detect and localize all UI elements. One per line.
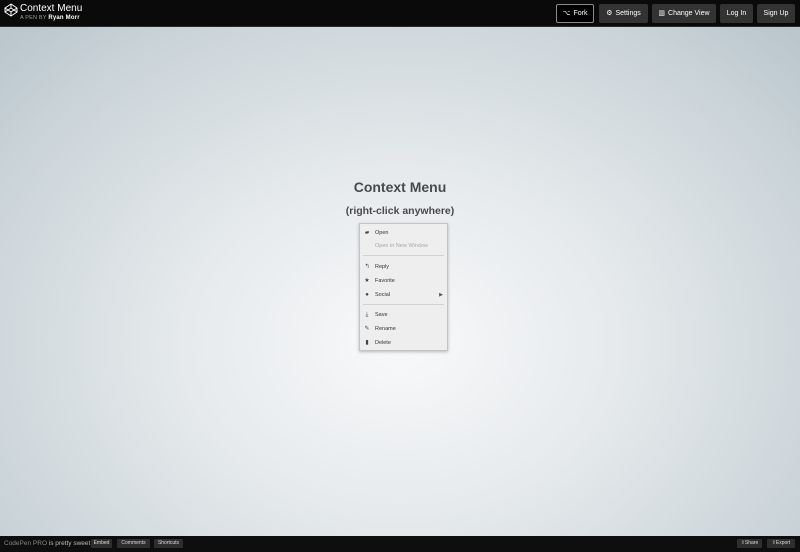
settings-button-label: Settings xyxy=(615,10,641,17)
codepen-header: Context Menu A PEN BY Ryan Morr ⌥ Fork ⚙ S… xyxy=(0,0,800,27)
menu-item-label: Delete xyxy=(375,340,391,346)
comments-button[interactable]: Comments xyxy=(117,539,150,548)
login-button[interactable]: Log In xyxy=(720,4,753,23)
preview-stage[interactable]: Context Menu (right-click anywhere) ▰ Op… xyxy=(0,27,800,536)
download-icon: ⤓ xyxy=(365,312,369,318)
menu-item-label: Social xyxy=(375,292,390,298)
pen-author: A PEN BY Ryan Morr xyxy=(20,15,80,22)
menu-item-rename[interactable]: ✎ Rename xyxy=(360,323,447,335)
menu-item-label: Favorite xyxy=(375,278,395,284)
menu-item-label: Open xyxy=(375,230,389,236)
menu-item-label: Save xyxy=(375,312,388,318)
menu-separator xyxy=(363,255,444,256)
page-subheading: (right-click anywhere) xyxy=(345,205,455,217)
signup-button[interactable]: Sign Up xyxy=(757,4,795,23)
menu-item-label: Reply xyxy=(375,264,390,270)
settings-button[interactable]: ⚙ Settings xyxy=(599,4,648,23)
menu-item-label: Rename xyxy=(375,326,396,332)
signup-button-label: Sign Up xyxy=(763,10,789,17)
context-menu: ▰ Open Open in New Window ↰ Reply ★ Favo… xyxy=(359,223,448,351)
share-button[interactable]: ⇪Share xyxy=(737,539,762,548)
menu-item-favorite[interactable]: ★ Favorite xyxy=(360,275,447,287)
embed-button[interactable]: Embed xyxy=(91,539,112,548)
change-view-button-label: Change View xyxy=(668,10,710,17)
fork-button-label: Fork xyxy=(573,10,588,17)
codepen-logo-icon[interactable] xyxy=(4,3,18,17)
reply-icon: ↰ xyxy=(364,264,370,270)
star-icon: ★ xyxy=(364,278,370,284)
menu-item-reply[interactable]: ↰ Reply xyxy=(360,261,447,273)
export-button-label: Export xyxy=(775,540,791,546)
fork-button[interactable]: ⌥ Fork xyxy=(556,4,594,23)
layout-icon: ▥ xyxy=(658,10,666,17)
menu-item-label: Open in New Window xyxy=(375,243,428,249)
users-icon: ● xyxy=(365,292,369,298)
trash-icon: ▮ xyxy=(365,340,369,346)
pro-promo-link[interactable]: CodePen PRO xyxy=(4,540,47,547)
menu-item-delete[interactable]: ▮ Delete xyxy=(360,337,447,349)
export-button[interactable]: ⇪Export xyxy=(767,539,795,548)
pro-promo: CodePen PRO is pretty sweet. xyxy=(4,539,92,549)
chevron-right-icon: ▶ xyxy=(439,292,443,298)
folder-open-icon: ▰ xyxy=(364,230,370,236)
author-name-link[interactable]: Ryan Morr xyxy=(48,15,79,21)
menu-separator xyxy=(363,304,444,305)
menu-item-save[interactable]: ⤓ Save xyxy=(360,309,447,321)
share-button-label: Share xyxy=(744,540,759,546)
edit-icon: ✎ xyxy=(364,326,370,332)
menu-item-open-new-window: Open in New Window xyxy=(360,240,447,252)
gear-icon: ⚙ xyxy=(606,10,613,17)
change-view-button[interactable]: ▥ Change View xyxy=(652,4,716,23)
menu-item-social[interactable]: ● Social ▶ xyxy=(360,289,447,301)
page-heading: Context Menu xyxy=(353,179,447,195)
codepen-footer: CodePen PRO is pretty sweet. Embed Comme… xyxy=(0,536,800,552)
fork-icon: ⌥ xyxy=(562,10,571,17)
pro-promo-text: is pretty sweet. xyxy=(47,540,93,547)
login-button-label: Log In xyxy=(726,10,747,17)
pen-title: Context Menu xyxy=(20,3,83,14)
menu-item-open[interactable]: ▰ Open xyxy=(360,227,447,239)
shortcuts-button[interactable]: Shortcuts xyxy=(154,539,183,548)
author-prefix: A PEN BY xyxy=(20,15,47,21)
